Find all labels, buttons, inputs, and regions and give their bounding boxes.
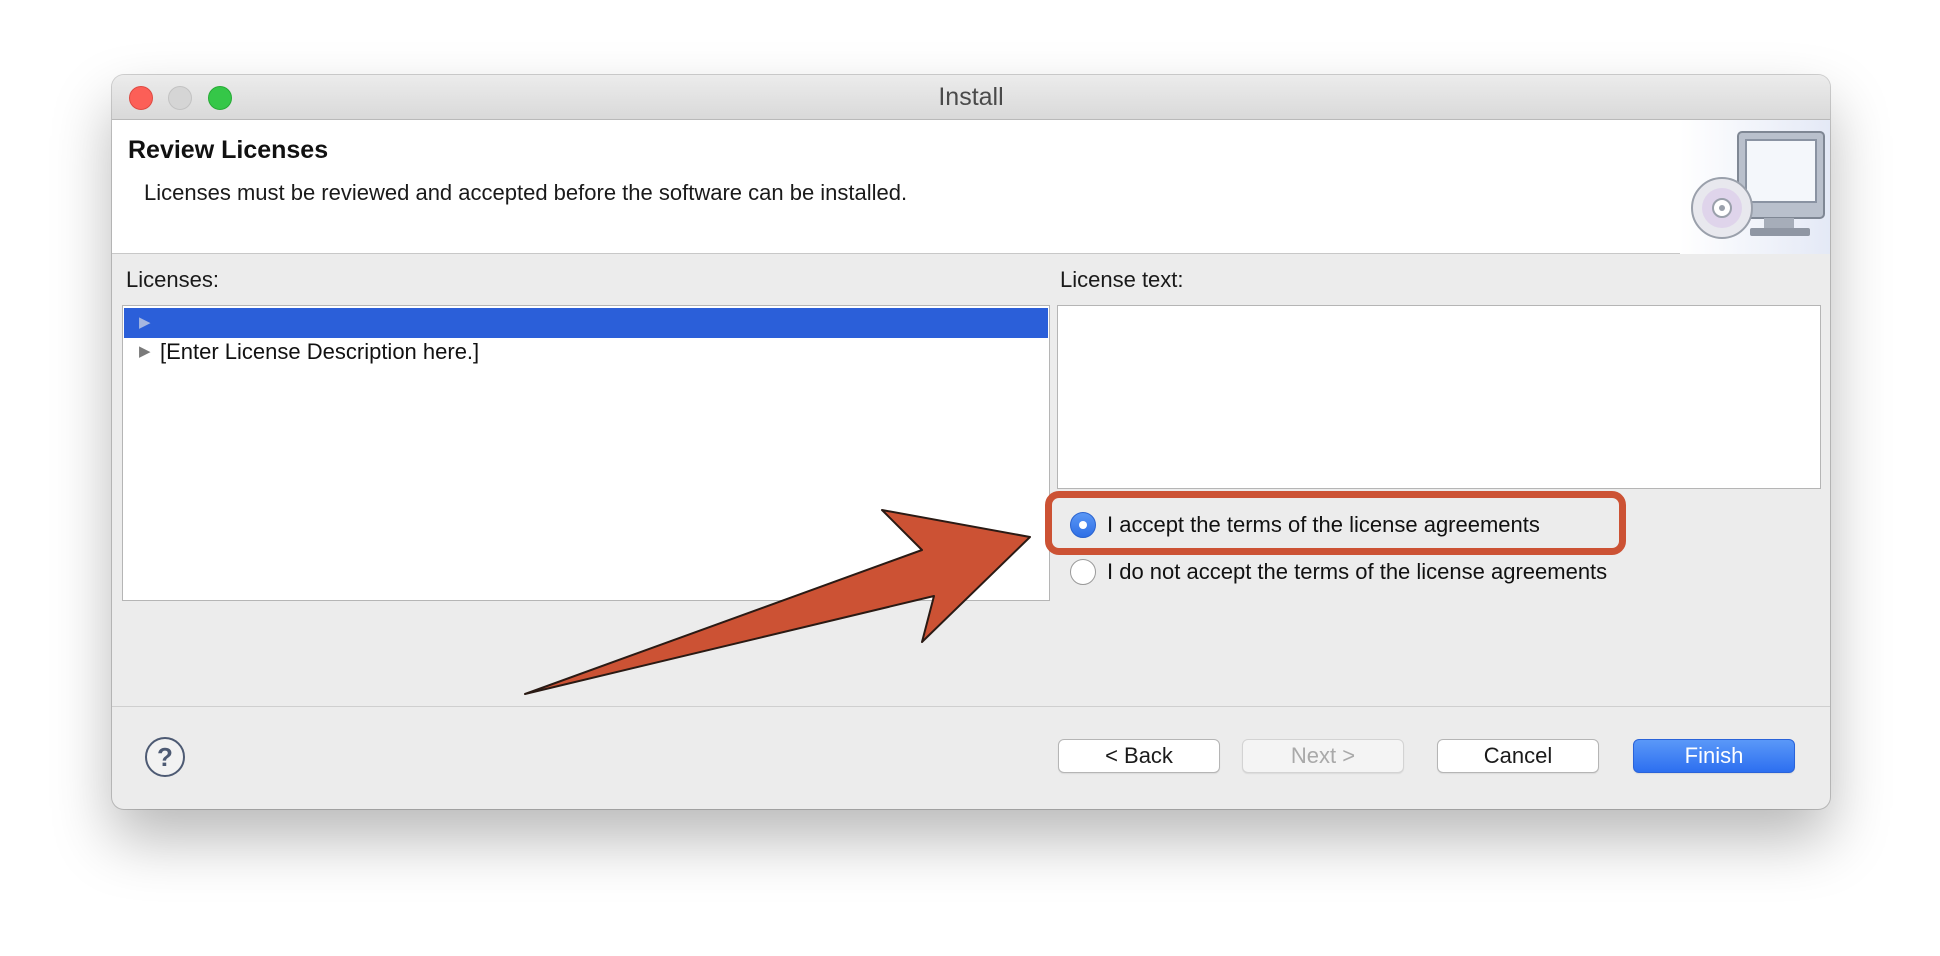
annotation-arrow-icon	[524, 509, 1031, 695]
